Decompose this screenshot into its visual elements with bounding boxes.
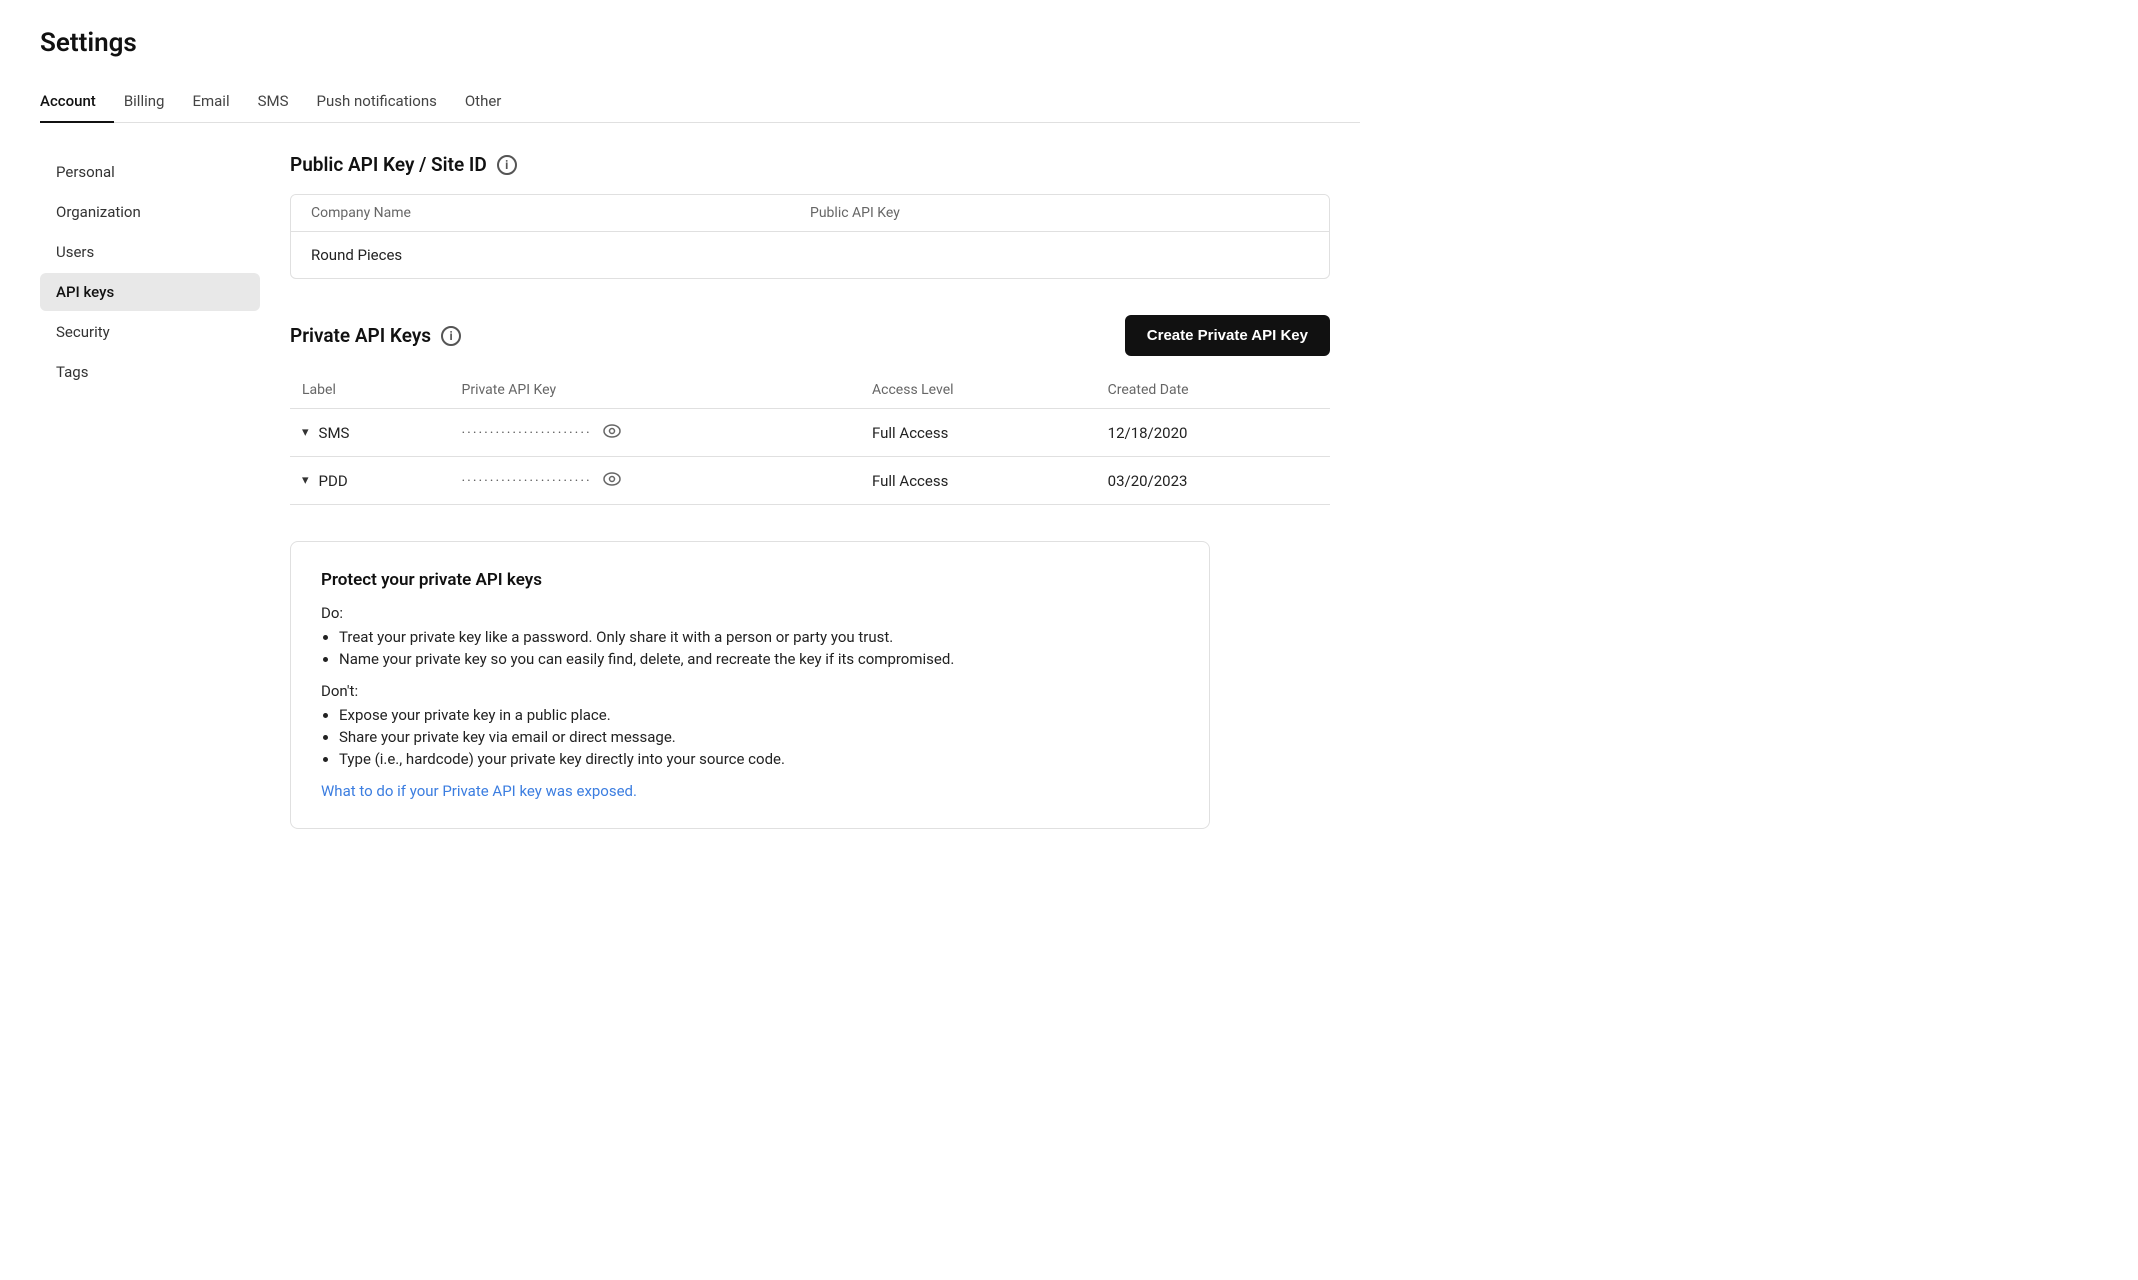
tab-other[interactable]: Other [465, 80, 520, 122]
private-api-section-left: Private API Keys i [290, 324, 461, 347]
dont-item-1: Expose your private key in a public plac… [339, 706, 1179, 724]
do-list: Treat your private key like a password. … [339, 628, 1179, 668]
tab-billing[interactable]: Billing [124, 80, 183, 122]
public-api-key-row: Round Pieces [291, 232, 1329, 278]
sms-key-cell: ······················· [450, 409, 860, 457]
sidebar-item-api-keys[interactable]: API keys [40, 273, 260, 311]
dont-label: Don't: [321, 682, 1179, 700]
sidebar-item-tags[interactable]: Tags [40, 353, 260, 391]
table-row: ▾ SMS ······················· [290, 409, 1330, 457]
public-api-key-col-header: Public API Key [810, 205, 1309, 221]
top-nav: Account Billing Email SMS Push notificat… [40, 80, 1360, 123]
private-api-section-header: Private API Keys i Create Private API Ke… [290, 315, 1330, 356]
tab-sms[interactable]: SMS [258, 80, 307, 122]
dont-item-2: Share your private key via email or dire… [339, 728, 1179, 746]
tab-push-notifications[interactable]: Push notifications [317, 80, 455, 122]
public-api-key-value [810, 246, 1309, 264]
sms-label-group: ▾ SMS [302, 424, 438, 442]
pdd-reveal-key-button[interactable] [603, 472, 621, 490]
sidebar: Personal Organization Users API keys Sec… [40, 133, 260, 869]
sidebar-item-organization[interactable]: Organization [40, 193, 260, 231]
col-header-access-level: Access Level [860, 374, 1096, 409]
dont-list: Expose your private key in a public plac… [339, 706, 1179, 768]
pdd-key-cell: ······················· [450, 457, 860, 505]
col-header-created-date: Created Date [1096, 374, 1330, 409]
sms-reveal-key-button[interactable] [603, 424, 621, 442]
private-api-keys-table: Label Private API Key Access Level Creat… [290, 374, 1330, 505]
pdd-masked-key: ······················· [462, 473, 592, 489]
sms-masked-key: ······················· [462, 425, 592, 441]
company-name-value: Round Pieces [311, 246, 810, 264]
col-header-label: Label [290, 374, 450, 409]
sms-label: SMS [319, 424, 350, 442]
do-label: Do: [321, 604, 1179, 622]
company-name-col-header: Company Name [311, 205, 810, 221]
info-box-title: Protect your private API keys [321, 570, 1179, 590]
public-api-title: Public API Key / Site ID [290, 153, 487, 176]
pdd-created-date: 03/20/2023 [1096, 457, 1330, 505]
pdd-chevron-icon[interactable]: ▾ [302, 473, 309, 488]
public-api-info-icon[interactable]: i [497, 155, 517, 175]
public-api-key-grid: Company Name Public API Key Round Pieces [290, 194, 1330, 279]
table-row: ▾ PDD ······················· [290, 457, 1330, 505]
sms-created-date: 12/18/2020 [1096, 409, 1330, 457]
protect-api-keys-info-box: Protect your private API keys Do: Treat … [290, 541, 1210, 829]
private-api-title: Private API Keys [290, 324, 431, 347]
create-private-api-key-button[interactable]: Create Private API Key [1125, 315, 1330, 356]
dont-item-3: Type (i.e., hardcode) your private key d… [339, 750, 1179, 768]
private-api-info-icon[interactable]: i [441, 326, 461, 346]
sms-row-label-cell: ▾ SMS [290, 409, 450, 457]
col-header-private-api-key: Private API Key [450, 374, 860, 409]
sidebar-item-users[interactable]: Users [40, 233, 260, 271]
pdd-row-label-cell: ▾ PDD [290, 457, 450, 505]
pdd-label-group: ▾ PDD [302, 472, 438, 490]
private-table-header-row: Label Private API Key Access Level Creat… [290, 374, 1330, 409]
pdd-access-level: Full Access [860, 457, 1096, 505]
public-api-section-header: Public API Key / Site ID i [290, 153, 1330, 176]
page-title: Settings [40, 28, 1360, 58]
tab-account[interactable]: Account [40, 80, 114, 122]
do-item-2: Name your private key so you can easily … [339, 650, 1179, 668]
exposed-key-link[interactable]: What to do if your Private API key was e… [321, 782, 637, 800]
sms-chevron-icon[interactable]: ▾ [302, 425, 309, 440]
main-content: Public API Key / Site ID i Company Name … [260, 133, 1360, 869]
sidebar-item-security[interactable]: Security [40, 313, 260, 351]
sidebar-item-personal[interactable]: Personal [40, 153, 260, 191]
sms-access-level: Full Access [860, 409, 1096, 457]
main-layout: Personal Organization Users API keys Sec… [40, 123, 1360, 869]
public-api-grid-header: Company Name Public API Key [291, 195, 1329, 232]
tab-email[interactable]: Email [192, 80, 247, 122]
pdd-label: PDD [319, 472, 348, 490]
do-item-1: Treat your private key like a password. … [339, 628, 1179, 646]
